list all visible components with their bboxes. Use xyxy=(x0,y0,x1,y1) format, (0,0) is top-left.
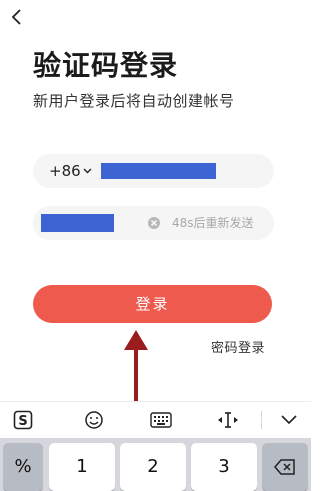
keyboard-toolbar: S xyxy=(0,401,311,438)
key-2[interactable]: 2 xyxy=(120,443,186,491)
login-button[interactable]: 登录 xyxy=(33,285,272,323)
back-button[interactable] xyxy=(6,6,28,28)
clear-icon[interactable] xyxy=(148,217,160,229)
keyboard-icon[interactable] xyxy=(149,408,173,432)
cursor-move-icon[interactable] xyxy=(216,408,240,432)
password-login-link[interactable]: 密码登录 xyxy=(211,337,265,356)
emoji-icon[interactable] xyxy=(82,408,106,432)
country-code-label: +86 xyxy=(49,162,81,180)
numeric-keyboard: % 1 2 3 xyxy=(0,438,311,491)
resend-countdown: 48s后重新发送 xyxy=(172,216,254,230)
country-code-selector[interactable]: +86 xyxy=(49,154,92,188)
key-3[interactable]: 3 xyxy=(191,443,257,491)
collapse-chevron-icon[interactable] xyxy=(277,408,301,432)
svg-text:S: S xyxy=(18,414,27,429)
backspace-key[interactable] xyxy=(262,443,308,491)
phone-field[interactable]: +86 xyxy=(33,154,274,188)
phone-number-redacted xyxy=(101,163,216,179)
page-title: 验证码登录 xyxy=(33,49,179,82)
key-1[interactable]: 1 xyxy=(49,443,115,491)
toolbar-divider xyxy=(261,411,262,429)
chevron-down-icon xyxy=(83,168,92,174)
backspace-icon xyxy=(274,459,295,475)
key-percent[interactable]: % xyxy=(3,443,43,491)
page-subtitle: 新用户登录后将自动创建帐号 xyxy=(33,92,235,110)
verification-code-field[interactable]: 48s后重新发送 xyxy=(33,206,274,240)
verification-code-redacted xyxy=(41,214,114,232)
chevron-left-icon xyxy=(11,9,21,25)
sogou-logo-icon[interactable]: S xyxy=(11,408,35,432)
